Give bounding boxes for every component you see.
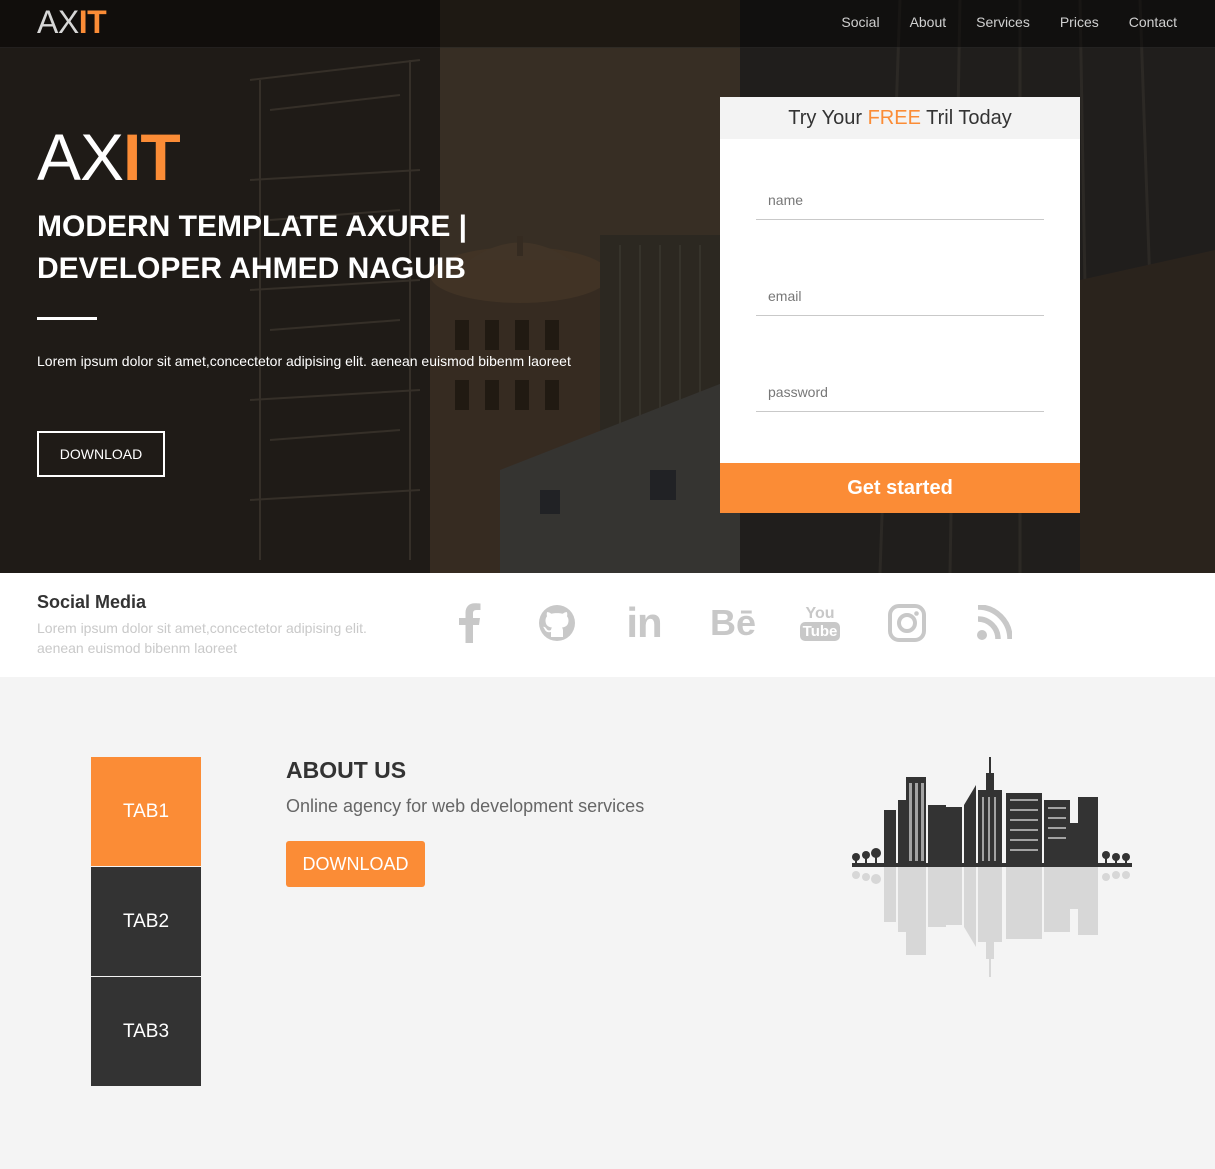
social-media-section: Social Media Lorem ipsum dolor sit amet,… bbox=[0, 573, 1215, 677]
city-skyline-illustration bbox=[852, 757, 1132, 977]
social-description: Lorem ipsum dolor sit amet,concectetor a… bbox=[37, 620, 367, 656]
about-subtitle: Online agency for web development servic… bbox=[286, 796, 645, 816]
about-title: ABOUT US bbox=[286, 757, 407, 783]
github-icon[interactable] bbox=[535, 601, 579, 645]
social-title: Social Media bbox=[37, 592, 147, 612]
hero-download-button[interactable]: DOWNLOAD bbox=[37, 431, 165, 477]
top-navbar: AXIT Social About Services Prices Contac… bbox=[0, 0, 1215, 48]
nav-logo-suffix: IT bbox=[78, 4, 107, 40]
nav-link-prices[interactable]: Prices bbox=[1060, 14, 1099, 30]
linkedin-icon[interactable]: in bbox=[622, 601, 666, 645]
facebook-icon[interactable] bbox=[447, 601, 491, 645]
behance-icon[interactable]: Bē bbox=[708, 601, 758, 645]
hero-title: MODERN TEMPLATE AXURE | DEVELOPER AHMED … bbox=[37, 210, 468, 285]
hero-section: AXIT Social About Services Prices Contac… bbox=[0, 0, 1215, 573]
youtube-label-bottom: Tube bbox=[799, 622, 841, 641]
hero-logo: AXIT bbox=[37, 120, 181, 194]
hero-divider bbox=[37, 317, 97, 320]
instagram-icon[interactable] bbox=[885, 601, 929, 645]
nav-link-about[interactable]: About bbox=[910, 14, 947, 30]
password-field[interactable]: password bbox=[756, 372, 1044, 412]
nav-logo[interactable]: AXIT bbox=[37, 4, 107, 41]
signup-title-end: Tril Today bbox=[920, 107, 1012, 129]
hero-description: Lorem ipsum dolor sit amet,concectetor a… bbox=[37, 353, 571, 369]
signup-title: Try Your FREE Tril Today bbox=[720, 97, 1080, 139]
hero-logo-prefix: AX bbox=[37, 120, 124, 194]
nav-link-services[interactable]: Services bbox=[976, 14, 1030, 30]
signup-title-free: FREE bbox=[867, 107, 921, 129]
nav-links: Social About Services Prices Contact bbox=[841, 14, 1177, 30]
youtube-label-top: You bbox=[805, 605, 835, 622]
behance-label: Bē bbox=[709, 602, 757, 643]
about-download-button[interactable]: DOWNLOAD bbox=[286, 841, 425, 887]
signup-card: Try Your FREE Tril Today name email pass… bbox=[720, 97, 1080, 513]
nav-link-social[interactable]: Social bbox=[841, 14, 879, 30]
hero-logo-suffix: IT bbox=[123, 120, 181, 194]
linkedin-label: in bbox=[626, 599, 662, 646]
rss-icon[interactable] bbox=[972, 601, 1016, 645]
tab-3[interactable]: TAB3 bbox=[91, 977, 201, 1086]
tab-1[interactable]: TAB1 bbox=[91, 757, 201, 866]
nav-logo-prefix: AX bbox=[37, 4, 79, 40]
tab-2[interactable]: TAB2 bbox=[91, 867, 201, 976]
get-started-button[interactable]: Get started bbox=[720, 463, 1080, 513]
email-field[interactable]: email bbox=[756, 276, 1044, 316]
youtube-icon[interactable]: You Tube bbox=[798, 601, 842, 645]
nav-link-contact[interactable]: Contact bbox=[1129, 14, 1177, 30]
name-field[interactable]: name bbox=[756, 180, 1044, 220]
signup-title-start: Try Your bbox=[788, 107, 868, 129]
